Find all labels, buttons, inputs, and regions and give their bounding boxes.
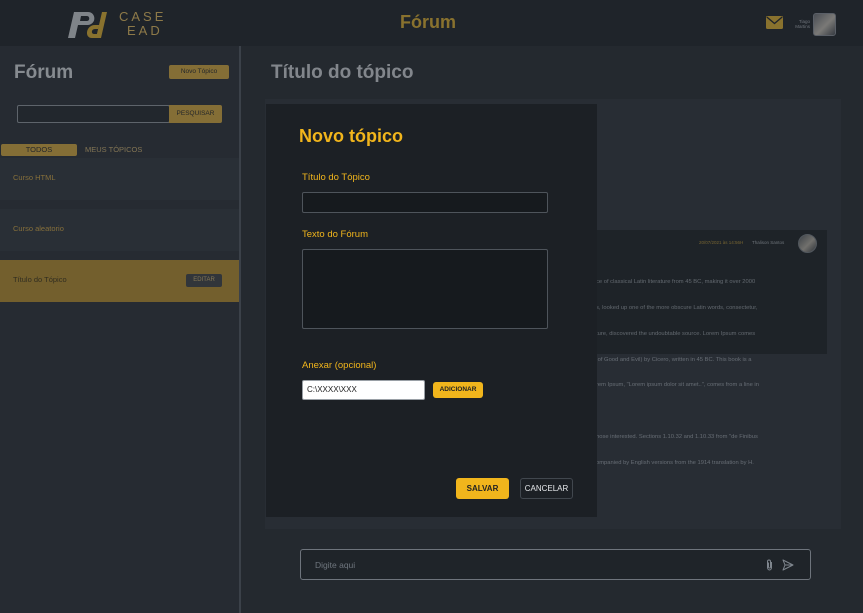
forum-sidebar: Fórum Novo Tópico PESQUISAR TODOS MEUS T…: [0, 46, 241, 613]
user-name[interactable]: Tiago Martins: [788, 19, 810, 29]
chat-input[interactable]: Digite aqui: [300, 549, 811, 580]
add-attachment-button[interactable]: ADICIONAR: [433, 382, 483, 398]
search-button[interactable]: PESQUISAR: [169, 105, 222, 123]
message-timestamp: 20/07/2021 às 14:56H: [699, 240, 744, 245]
sidebar-item-curso-aleatorio[interactable]: Curso aleatorio: [0, 209, 239, 251]
new-topic-modal: Novo tópico Título do Tópico Texto do Fó…: [266, 104, 597, 517]
message-text: ce of classical Latin literature from 45…: [596, 261, 804, 484]
tab-my-topics[interactable]: MEUS TÓPICOS: [85, 144, 142, 156]
topic-title-label: Título do Tópico: [302, 172, 370, 183]
page-title: Título do tópico: [271, 62, 414, 83]
message-line: ce of classical Latin literature from 45…: [596, 279, 756, 286]
topic-title-field[interactable]: [302, 192, 548, 213]
logo-mark-icon: [68, 12, 107, 38]
send-icon[interactable]: [782, 559, 794, 571]
message-line: rem Ipsum, "Lorem ipsum dolor sit amet..…: [596, 382, 759, 389]
attach-label: Anexar (opcional): [302, 360, 377, 371]
logo-text: CASE EAD: [119, 10, 166, 38]
logo-text-line2: EAD: [127, 23, 163, 38]
sidebar-item-label: Curso aleatorio: [13, 224, 64, 233]
forum-text-area[interactable]: [302, 249, 548, 329]
logo-text-line1: CASE: [119, 9, 167, 24]
top-header: CASE EAD Fórum Tiago Martins: [0, 0, 863, 46]
sidebar-title: Fórum: [14, 62, 74, 83]
search-input[interactable]: [17, 105, 170, 123]
message-author: Thalison Santos: [752, 240, 785, 245]
message-line: ompanied by English versions from the 19…: [596, 459, 754, 466]
forum-message: 20/07/2021 às 14:56H Thalison Santos ce …: [596, 230, 827, 466]
edit-button[interactable]: EDITAR: [186, 274, 222, 287]
attach-file-field[interactable]: C:\XXXX\XXX: [302, 380, 425, 400]
sidebar-item-label: Título do Tópico: [13, 275, 67, 284]
tab-all[interactable]: TODOS: [1, 144, 77, 156]
modal-title: Novo tópico: [299, 126, 403, 146]
message-line: of Good and Evil) by Cicero, written in …: [596, 356, 752, 363]
forum-text-label: Texto do Fórum: [302, 229, 368, 240]
message-line: [596, 407, 804, 416]
sidebar-item-titulo-do-topico[interactable]: Título do Tópico EDITAR: [0, 260, 239, 302]
chat-placeholder: Digite aqui: [315, 560, 356, 570]
paperclip-icon[interactable]: [765, 559, 774, 571]
user-avatar[interactable]: [813, 13, 836, 36]
new-topic-button[interactable]: Novo Tópico: [169, 65, 229, 79]
sidebar-item-label: Curso HTML: [13, 173, 56, 182]
author-avatar: [798, 234, 817, 253]
header-title: Fórum: [400, 12, 456, 32]
user-last-name: Martins: [795, 24, 810, 29]
message-line: hose interested. Sections 1.10.32 and 1.…: [596, 433, 758, 440]
save-button[interactable]: SALVAR: [456, 478, 509, 499]
message-line: s, looked up one of the more obscure Lat…: [596, 304, 758, 311]
message-line: ture, discovered the undoubtable source.…: [596, 330, 756, 337]
mail-icon[interactable]: [766, 16, 783, 29]
case-ead-logo[interactable]: CASE EAD: [66, 8, 166, 40]
cancel-button[interactable]: CANCELAR: [520, 478, 573, 499]
sidebar-item-curso-html[interactable]: Curso HTML: [0, 158, 239, 200]
